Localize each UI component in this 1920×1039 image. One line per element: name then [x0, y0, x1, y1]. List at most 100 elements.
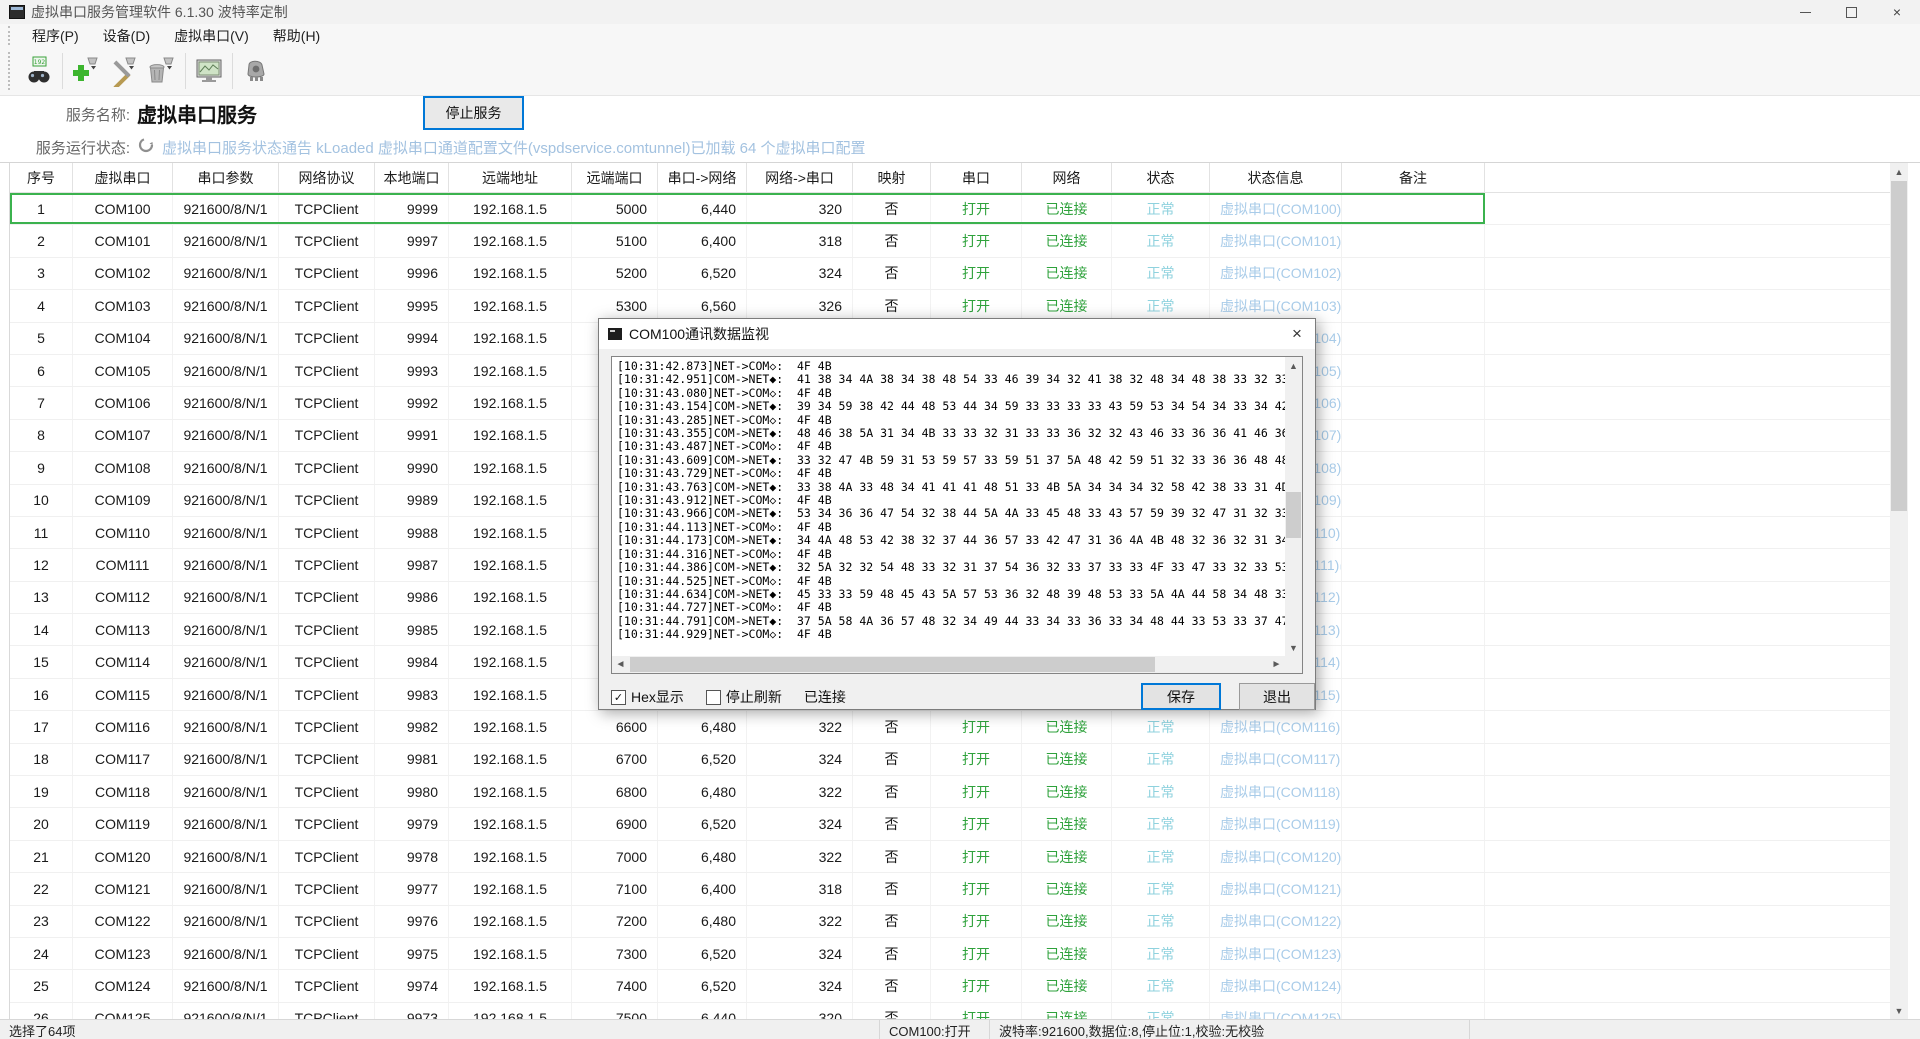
- table-vertical-scrollbar[interactable]: ▲ ▼: [1890, 163, 1908, 1019]
- toolbar-grip[interactable]: [8, 52, 14, 90]
- column-header-mapped[interactable]: 映射: [853, 163, 931, 192]
- cell-net_state: 已连接: [1022, 258, 1112, 289]
- column-header-to_net[interactable]: 串口->网络: [658, 163, 747, 192]
- cell-proto: TCPClient: [279, 387, 375, 418]
- log-scroll-down-icon[interactable]: ▼: [1285, 639, 1302, 656]
- column-header-local_port[interactable]: 本地端口: [375, 163, 449, 192]
- service-row: 服务名称: 虚拟串口服务 停止服务: [0, 96, 1920, 132]
- log-line: [10:31:43.763]COM->NET◆: 33 38 4A 33 48 …: [617, 481, 1285, 494]
- cell-params: 921600/8/N/1: [173, 744, 279, 775]
- menu-help[interactable]: 帮助(H): [261, 24, 332, 47]
- delete-device-button[interactable]: [143, 52, 181, 90]
- cell-com: COM105: [73, 355, 173, 386]
- table-row[interactable]: 17COM116921600/8/N/1TCPClient9982192.168…: [10, 711, 1891, 743]
- cell-mapped: 否: [853, 193, 931, 224]
- column-header-status_info[interactable]: 状态信息: [1210, 163, 1342, 192]
- table-row[interactable]: 22COM121921600/8/N/1TCPClient9977192.168…: [10, 873, 1891, 905]
- cell-status: 正常: [1112, 841, 1210, 872]
- cell-to_com: 326: [747, 290, 853, 321]
- minimize-button[interactable]: [1782, 0, 1828, 24]
- cell-to_net: 6,520: [658, 744, 747, 775]
- exit-button[interactable]: 退出: [1239, 683, 1315, 710]
- cell-proto: TCPClient: [279, 744, 375, 775]
- cell-status: 正常: [1112, 873, 1210, 904]
- cell-com: COM106: [73, 387, 173, 418]
- stop-service-button[interactable]: 停止服务: [423, 96, 524, 130]
- log-scroll-up-icon[interactable]: ▲: [1285, 357, 1302, 374]
- modify-device-button[interactable]: [105, 52, 143, 90]
- column-header-remote_port[interactable]: 远端端口: [572, 163, 658, 192]
- cell-seq: 18: [10, 744, 73, 775]
- column-header-to_com[interactable]: 网络->串口: [747, 163, 853, 192]
- close-button[interactable]: ×: [1874, 0, 1920, 24]
- menu-program[interactable]: 程序(P): [20, 24, 91, 47]
- cell-remote_port: 7100: [572, 873, 658, 904]
- cell-proto: TCPClient: [279, 549, 375, 580]
- table-row[interactable]: 26COM125921600/8/N/1TCPClient9973192.168…: [10, 1003, 1891, 1020]
- cell-proto: TCPClient: [279, 485, 375, 516]
- log-vscroll-thumb[interactable]: [1286, 492, 1301, 538]
- cell-proto: TCPClient: [279, 517, 375, 548]
- table-row[interactable]: 19COM118921600/8/N/1TCPClient9980192.168…: [10, 776, 1891, 808]
- log-vertical-scrollbar[interactable]: ▲ ▼: [1285, 357, 1302, 656]
- column-header-remote_addr[interactable]: 远端地址: [449, 163, 572, 192]
- dialog-title-bar[interactable]: COM100通讯数据监视 ×: [599, 319, 1315, 349]
- cell-to_com: 322: [747, 841, 853, 872]
- cell-status_info: 虚拟串口(COM121)串口: [1210, 873, 1342, 904]
- cell-remote_addr: 192.168.1.5: [449, 646, 572, 677]
- cell-remote_addr: 192.168.1.5: [449, 776, 572, 807]
- scroll-down-icon[interactable]: ▼: [1890, 1002, 1908, 1019]
- table-row[interactable]: 25COM124921600/8/N/1TCPClient9974192.168…: [10, 970, 1891, 1002]
- cell-local_port: 9994: [375, 323, 449, 354]
- table-row[interactable]: 18COM117921600/8/N/1TCPClient9981192.168…: [10, 744, 1891, 776]
- log-hscroll-thumb[interactable]: [630, 657, 1155, 672]
- table-row[interactable]: 23COM122921600/8/N/1TCPClient9976192.168…: [10, 906, 1891, 938]
- table-row[interactable]: 21COM120921600/8/N/1TCPClient9978192.168…: [10, 841, 1891, 873]
- cell-remote_addr: 192.168.1.5: [449, 355, 572, 386]
- cell-seq: 20: [10, 808, 73, 839]
- column-header-params[interactable]: 串口参数: [173, 163, 279, 192]
- scrollbar-thumb[interactable]: [1891, 181, 1907, 511]
- save-button[interactable]: 保存: [1141, 683, 1221, 710]
- hex-display-checkbox[interactable]: ✓ Hex显示: [611, 687, 684, 707]
- cell-proto: TCPClient: [279, 906, 375, 937]
- menu-virtual-port[interactable]: 虚拟串口(V): [162, 24, 261, 47]
- log-line: [10:31:43.285]NET->COM◇: 4F 4B: [617, 414, 1285, 427]
- table-row[interactable]: 20COM119921600/8/N/1TCPClient9979192.168…: [10, 808, 1891, 840]
- cell-params: 921600/8/N/1: [173, 906, 279, 937]
- comm-monitor-button[interactable]: [190, 52, 228, 90]
- table-row[interactable]: 3COM102921600/8/N/1TCPClient9996192.168.…: [10, 258, 1891, 290]
- column-header-seq[interactable]: 序号: [10, 163, 73, 192]
- cell-remote_port: 5300: [572, 290, 658, 321]
- cell-net_state: 已连接: [1022, 841, 1112, 872]
- cell-remote_addr: 192.168.1.5: [449, 258, 572, 289]
- search-device-button[interactable]: 192: [20, 52, 58, 90]
- device-config-button[interactable]: [237, 52, 275, 90]
- cell-to_net: 6,400: [658, 225, 747, 256]
- log-scroll-left-icon[interactable]: ◄: [612, 656, 629, 673]
- column-header-net_state[interactable]: 网络: [1022, 163, 1112, 192]
- cell-params: 921600/8/N/1: [173, 841, 279, 872]
- cell-status_info: 虚拟串口(COM122)串口: [1210, 906, 1342, 937]
- menu-device[interactable]: 设备(D): [91, 24, 162, 47]
- column-header-status[interactable]: 状态: [1112, 163, 1210, 192]
- table-row[interactable]: 2COM101921600/8/N/1TCPClient9997192.168.…: [10, 225, 1891, 257]
- log-scroll-right-icon[interactable]: ►: [1268, 656, 1285, 673]
- cell-note: [1342, 355, 1485, 386]
- log-horizontal-scrollbar[interactable]: ◄ ►: [612, 656, 1285, 673]
- scroll-up-icon[interactable]: ▲: [1890, 163, 1908, 180]
- column-header-com[interactable]: 虚拟串口: [73, 163, 173, 192]
- cell-seq: 21: [10, 841, 73, 872]
- dialog-close-button[interactable]: ×: [1279, 319, 1315, 349]
- stop-refresh-checkbox[interactable]: 停止刷新: [706, 687, 782, 707]
- maximize-button[interactable]: [1828, 0, 1874, 24]
- column-header-note[interactable]: 备注: [1342, 163, 1485, 192]
- table-row[interactable]: 24COM123921600/8/N/1TCPClient9975192.168…: [10, 938, 1891, 970]
- add-device-button[interactable]: [67, 52, 105, 90]
- menu-grip[interactable]: [8, 26, 14, 44]
- cell-seq: 15: [10, 646, 73, 677]
- cell-seq: 25: [10, 970, 73, 1001]
- table-row[interactable]: 1COM100921600/8/N/1TCPClient9999192.168.…: [10, 193, 1891, 225]
- column-header-port_state[interactable]: 串口: [931, 163, 1022, 192]
- column-header-proto[interactable]: 网络协议: [279, 163, 375, 192]
